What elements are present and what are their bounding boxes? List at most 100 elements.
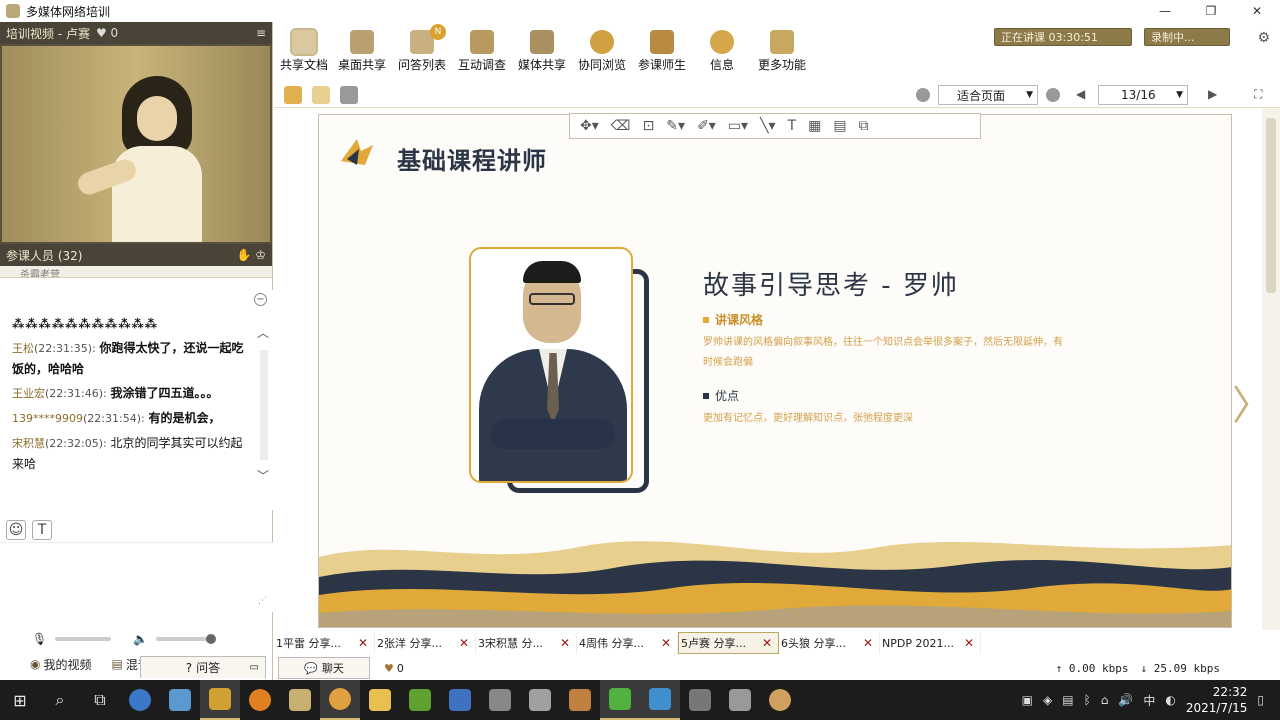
speaker-volume-slider[interactable]: [156, 634, 217, 644]
share-tab[interactable]: 3宋积慧 分... ✕: [476, 632, 577, 654]
mic-icon[interactable]: 🎙: [32, 632, 47, 646]
line-icon[interactable]: ╲▾: [760, 118, 775, 134]
start-button[interactable]: ⊞: [0, 680, 40, 720]
close-button[interactable]: ✕: [1234, 0, 1280, 22]
app-icon-active[interactable]: [200, 680, 240, 720]
pen-icon[interactable]: ✎▾: [666, 118, 685, 134]
my-video-button[interactable]: ◉ 我的视频: [0, 656, 102, 673]
co-browse-button[interactable]: 协同浏览: [572, 30, 632, 73]
share-doc-button[interactable]: 共享文档: [274, 28, 334, 73]
notifications-icon[interactable]: ▯: [1257, 693, 1264, 707]
maximize-button[interactable]: ❐: [1188, 0, 1234, 22]
new-doc-icon[interactable]: [312, 86, 330, 104]
prev-page-icon[interactable]: ◀: [1076, 87, 1085, 101]
scroll-thumb[interactable]: [1266, 118, 1276, 293]
app-icon[interactable]: [760, 680, 800, 720]
more-button[interactable]: 更多功能: [752, 30, 812, 73]
ie-browser-icon[interactable]: [120, 680, 160, 720]
volume-knob[interactable]: [206, 634, 217, 644]
qa-list-button[interactable]: N 问答列表: [392, 24, 452, 73]
next-page-icon[interactable]: ▶: [1208, 87, 1217, 101]
app-icon[interactable]: [480, 680, 520, 720]
gear-icon[interactable]: ⚙: [1257, 30, 1270, 46]
close-icon[interactable]: ✕: [863, 636, 873, 650]
wechat-icon[interactable]: [600, 680, 640, 720]
browser-icon[interactable]: [240, 680, 280, 720]
teacher-video[interactable]: [0, 44, 272, 244]
share-tab[interactable]: NPDP 2021... ✕: [880, 632, 981, 654]
move-icon[interactable]: ✥▾: [580, 118, 599, 134]
tab-chat[interactable]: 💬 聊天: [278, 657, 370, 679]
zoom-in-icon[interactable]: [916, 88, 930, 102]
open-folder-icon[interactable]: [284, 86, 302, 104]
highlighter-icon[interactable]: ✐▾: [697, 118, 716, 134]
participants-bar[interactable]: 参课人员 (32) ✋ ♔: [0, 244, 272, 266]
redo-icon[interactable]: ▤: [833, 118, 846, 134]
font-icon[interactable]: T: [32, 520, 52, 540]
info-button[interactable]: 信息: [692, 30, 752, 73]
emoji-icon[interactable]: ☺: [6, 520, 26, 540]
close-icon[interactable]: ✕: [762, 636, 772, 650]
close-icon[interactable]: ✕: [358, 636, 368, 650]
scroll-up-icon[interactable]: ︿: [257, 324, 269, 341]
app-tray-icon[interactable]: ◐: [1165, 693, 1175, 707]
rectangle-icon[interactable]: ▭▾: [728, 118, 748, 134]
close-icon[interactable]: ✕: [459, 636, 469, 650]
notes-icon[interactable]: [280, 680, 320, 720]
share-tab[interactable]: 1平雷 分享... ✕: [274, 632, 375, 654]
record-status[interactable]: 录制中...: [1144, 28, 1230, 46]
speaker-icon[interactable]: 🔈: [133, 632, 148, 646]
undo-icon[interactable]: ▦: [808, 118, 821, 134]
ime-indicator[interactable]: 中: [1143, 692, 1155, 709]
qa-close-icon[interactable]: ▭: [250, 662, 259, 673]
shield-icon[interactable]: [440, 680, 480, 720]
app-icon[interactable]: [160, 680, 200, 720]
page-select[interactable]: 13/16 ▼: [1098, 85, 1188, 105]
app-icon[interactable]: [680, 680, 720, 720]
participants-strip[interactable]: 杀霸老营: [0, 266, 272, 278]
task-view-icon[interactable]: ⧉: [80, 680, 120, 720]
folder-icon[interactable]: [360, 680, 400, 720]
nvidia-icon[interactable]: [400, 680, 440, 720]
volume-icon[interactable]: 🔊: [1118, 693, 1133, 707]
like-counter[interactable]: ♥ 0: [384, 662, 404, 675]
chat-input[interactable]: ⋰: [0, 542, 273, 612]
network-icon[interactable]: ⌂: [1101, 693, 1109, 707]
bluetooth-icon[interactable]: ᛒ: [1084, 693, 1091, 707]
close-icon[interactable]: ✕: [560, 636, 570, 650]
share-tab-active[interactable]: 5卢赛 分享... ✕: [678, 632, 779, 654]
clock[interactable]: 22:32 2021/7/15: [1186, 684, 1248, 716]
scroll-down-icon[interactable]: ﹀: [257, 467, 269, 484]
select-icon[interactable]: ⊡: [643, 118, 655, 134]
tray-app-icon[interactable]: ▤: [1062, 693, 1073, 707]
eraser-icon[interactable]: ⌫: [611, 118, 631, 134]
training-app-icon[interactable]: [320, 680, 360, 720]
fullscreen-icon[interactable]: ⛶: [1254, 87, 1262, 102]
stage-scrollbar[interactable]: [1262, 108, 1280, 630]
app-icon[interactable]: [640, 680, 680, 720]
app-icon[interactable]: [560, 680, 600, 720]
app-icon[interactable]: [720, 680, 760, 720]
video-like-count[interactable]: ♥ 0: [96, 26, 118, 40]
search-icon[interactable]: ⌕: [40, 680, 80, 720]
media-share-button[interactable]: 媒体共享: [512, 30, 572, 73]
close-icon[interactable]: ✕: [661, 636, 671, 650]
screenshot-icon[interactable]: ⧉: [859, 118, 869, 134]
share-tab[interactable]: 4周伟 分享... ✕: [577, 632, 678, 654]
tab-qa[interactable]: ? 问答 ▭: [140, 656, 266, 678]
share-tab[interactable]: 2张洋 分享... ✕: [375, 632, 476, 654]
chat-scrollbar[interactable]: [260, 350, 268, 460]
mic-volume-slider[interactable]: [55, 637, 112, 641]
hand-raise-icon[interactable]: ✋ ♔: [236, 248, 266, 262]
attendees-button[interactable]: 参课师生: [632, 30, 692, 73]
video-menu-icon[interactable]: ≡: [256, 26, 266, 40]
survey-button[interactable]: 互动调查: [452, 30, 512, 73]
zoom-select[interactable]: 适合页面 ▼: [938, 85, 1038, 105]
zoom-out-icon[interactable]: [1046, 88, 1060, 102]
close-icon[interactable]: ✕: [964, 636, 974, 650]
slide[interactable]: 基础课程讲师 故事引导思考 - 罗帅 讲课风格 罗帅讲课的风格偏向叙事风格，往往…: [318, 114, 1232, 628]
resize-grip-icon[interactable]: ⋰: [258, 596, 267, 606]
share-tab[interactable]: 6头狼 分享... ✕: [779, 632, 880, 654]
collapse-icon[interactable]: −: [254, 293, 267, 306]
tray-app-icon[interactable]: ▣: [1022, 693, 1033, 707]
